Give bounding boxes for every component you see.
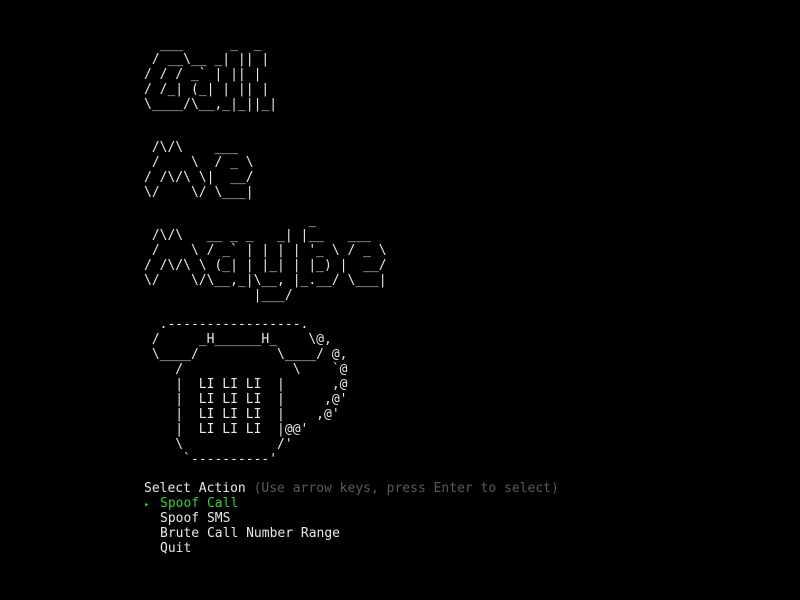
prompt-question: Select Action <box>144 481 246 496</box>
menu-item-spoof-sms[interactable]: Spoof SMS <box>144 511 340 526</box>
menu-item-label: Spoof Call <box>160 496 239 511</box>
ascii-phone-art: .-----------------. / _H______H_ \@, \__… <box>151 317 348 467</box>
ascii-banner-call: ___ _ _ / __\__ _| || | / / / _` | || | … <box>144 37 278 112</box>
ascii-banner-me: /\/\ ___ / \ / _ \ / /\/\ \| __/ \/ \/ \… <box>144 140 254 200</box>
prompt-hint: (Use arrow keys, press Enter to select) <box>253 481 559 496</box>
ascii-banner-maybe: _ /\/\ __ _ _ _| |__ ___ / \ / _` | | | … <box>144 213 387 303</box>
menu-item-quit[interactable]: Quit <box>144 541 340 556</box>
menu-item-label: Brute Call Number Range <box>160 526 341 541</box>
menu-item-brute-call-number-range[interactable]: Brute Call Number Range <box>144 526 340 541</box>
menu-item-label: Spoof SMS <box>160 511 231 526</box>
terminal-window: ___ _ _ / __\__ _| || | / / / _` | || | … <box>0 0 800 600</box>
menu-item-label: Quit <box>160 541 192 556</box>
menu-item-spoof-call[interactable]: ▸ Spoof Call <box>144 496 340 511</box>
action-menu: ▸ Spoof Call Spoof SMS Brute Call Number … <box>144 496 340 556</box>
action-prompt: Select Action (Use arrow keys, press Ent… <box>144 481 559 496</box>
